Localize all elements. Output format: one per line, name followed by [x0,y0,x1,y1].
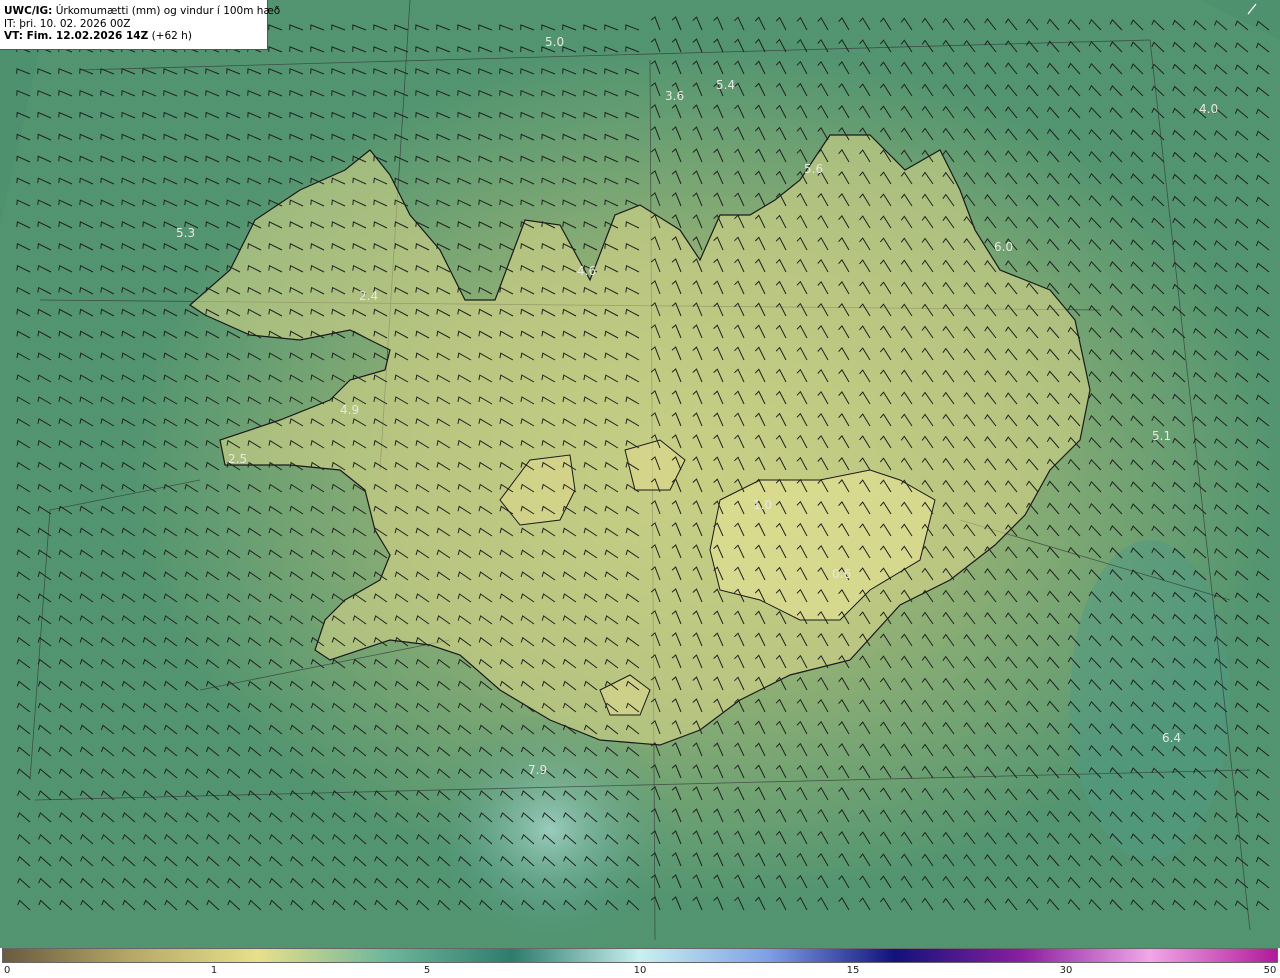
map-label: 1.0 [753,498,772,512]
map-label: 5.3 [176,226,195,240]
map-label: 7.9 [528,763,547,777]
map-label: 5.4 [716,78,735,92]
map-label: 5.6 [804,162,823,176]
map-label: 2.4 [359,289,378,303]
map-label: 4.9 [340,403,359,417]
map-label: 6.0 [994,240,1013,254]
colorbar-tick: 50 [1263,965,1277,976]
colorbar: 0 1 5 10 15 30 50 [0,948,1280,978]
map-label: 4.6 [577,264,596,278]
map-label: 4.0 [1199,102,1218,116]
field-label: Úrkomumætti (mm) og vindur í 100m hæð [55,5,281,17]
model-label: UWC/IG: [4,5,53,17]
map-label: 5.1 [1152,429,1171,443]
colorbar-tick: 5 [423,965,431,976]
valid-offset: (+62 h) [151,30,192,42]
colorbar-strip [2,948,1278,963]
map-label: 2.5 [228,452,247,466]
info-panel: UWC/IG: Úrkomumætti (mm) og vindur í 100… [0,0,280,50]
colorbar-tick: 1 [210,965,218,976]
colorbar-tick: 10 [633,965,647,976]
initial-time: IT: þri. 10. 02. 2026 00Z [4,17,131,30]
precipitation-wind-map: 5.0 3.6 5.4 4.0 5.6 5.3 4.6 6.0 2.4 4.9 … [0,0,1280,948]
map-label: 0.6 [832,567,851,581]
map-label: 5.0 [545,35,564,49]
map-label: 3.6 [665,89,684,103]
colorbar-tick: 30 [1059,965,1073,976]
map-label: 6.4 [1162,731,1181,745]
colorbar-tick: 15 [846,965,860,976]
valid-time: VT: Fim. 12.02.2026 14Z [4,30,149,42]
colorbar-tick: 0 [4,965,11,976]
